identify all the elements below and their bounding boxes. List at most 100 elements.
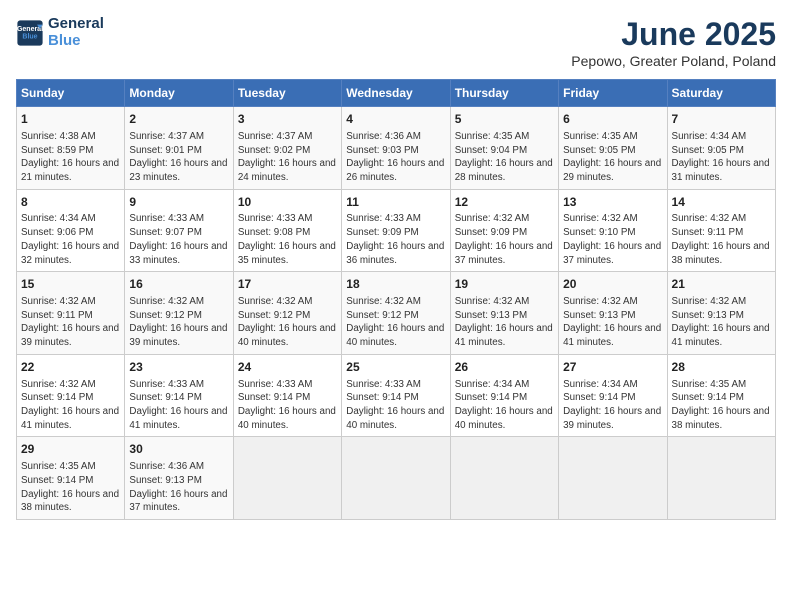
day-number: 21 xyxy=(672,276,771,293)
calendar-cell xyxy=(450,437,558,520)
calendar-cell: 22 Sunrise: 4:32 AMSunset: 9:14 PMDayligh… xyxy=(17,354,125,437)
svg-text:Blue: Blue xyxy=(22,33,37,40)
calendar-header-monday: Monday xyxy=(125,80,233,107)
calendar-cell xyxy=(233,437,341,520)
calendar-cell xyxy=(667,437,775,520)
calendar-cell: 5 Sunrise: 4:35 AMSunset: 9:04 PMDaylight… xyxy=(450,107,558,190)
calendar-cell: 1 Sunrise: 4:38 AMSunset: 8:59 PMDaylight… xyxy=(17,107,125,190)
day-detail: Sunrise: 4:38 AMSunset: 8:59 PMDaylight:… xyxy=(21,130,120,185)
day-number: 6 xyxy=(563,111,662,128)
day-detail: Sunrise: 4:37 AMSunset: 9:02 PMDaylight:… xyxy=(238,130,337,185)
day-detail: Sunrise: 4:34 AMSunset: 9:06 PMDaylight:… xyxy=(21,212,120,267)
day-detail: Sunrise: 4:33 AMSunset: 9:14 PMDaylight:… xyxy=(346,378,445,433)
calendar-week-5: 29 Sunrise: 4:35 AMSunset: 9:14 PMDayligh… xyxy=(17,437,776,520)
location-title: Pepowo, Greater Poland, Poland xyxy=(571,53,776,69)
calendar-week-1: 1 Sunrise: 4:38 AMSunset: 8:59 PMDaylight… xyxy=(17,107,776,190)
logo: General Blue General Blue xyxy=(16,16,104,49)
calendar-cell: 13Sunrise: 4:32 AMSunset: 9:10 PMDayligh… xyxy=(559,189,667,272)
day-number: 12 xyxy=(455,194,554,211)
calendar-cell: 23 Sunrise: 4:33 AMSunset: 9:14 PMDayligh… xyxy=(125,354,233,437)
day-number: 26 xyxy=(455,359,554,376)
day-number: 15 xyxy=(21,276,120,293)
day-number: 11 xyxy=(346,194,445,211)
day-detail: Sunrise: 4:32 AMSunset: 9:11 PMDaylight:… xyxy=(21,295,120,350)
header: General Blue General Blue June 2025 Pepo… xyxy=(16,16,776,69)
day-number: 3 xyxy=(238,111,337,128)
day-number: 4 xyxy=(346,111,445,128)
day-number: 30 xyxy=(129,441,228,458)
calendar-header-sunday: Sunday xyxy=(17,80,125,107)
day-detail: Sunrise: 4:32 AMSunset: 9:13 PMDaylight:… xyxy=(563,295,662,350)
calendar-body: 1 Sunrise: 4:38 AMSunset: 8:59 PMDaylight… xyxy=(17,107,776,520)
calendar-cell: 15 Sunrise: 4:32 AMSunset: 9:11 PMDayligh… xyxy=(17,272,125,355)
logo-text: General Blue xyxy=(48,16,104,49)
day-number: 5 xyxy=(455,111,554,128)
month-title: June 2025 xyxy=(571,16,776,53)
calendar-cell: 16 Sunrise: 4:32 AMSunset: 9:12 PMDayligh… xyxy=(125,272,233,355)
day-number: 19 xyxy=(455,276,554,293)
day-number: 10 xyxy=(238,194,337,211)
calendar-cell: 30 Sunrise: 4:36 AMSunset: 9:13 PMDayligh… xyxy=(125,437,233,520)
calendar-header-friday: Friday xyxy=(559,80,667,107)
calendar-header-wednesday: Wednesday xyxy=(342,80,450,107)
day-number: 18 xyxy=(346,276,445,293)
calendar-header-tuesday: Tuesday xyxy=(233,80,341,107)
calendar-cell: 25 Sunrise: 4:33 AMSunset: 9:14 PMDayligh… xyxy=(342,354,450,437)
day-number: 13 xyxy=(563,194,662,211)
day-number: 2 xyxy=(129,111,228,128)
day-detail: Sunrise: 4:35 AMSunset: 9:05 PMDaylight:… xyxy=(563,130,662,185)
calendar-cell: 6 Sunrise: 4:35 AMSunset: 9:05 PMDaylight… xyxy=(559,107,667,190)
calendar-cell: 19 Sunrise: 4:32 AMSunset: 9:13 PMDayligh… xyxy=(450,272,558,355)
calendar-cell xyxy=(559,437,667,520)
day-number: 24 xyxy=(238,359,337,376)
calendar-cell: 20 Sunrise: 4:32 AMSunset: 9:13 PMDayligh… xyxy=(559,272,667,355)
day-number: 28 xyxy=(672,359,771,376)
calendar-cell: 27 Sunrise: 4:34 AMSunset: 9:14 PMDayligh… xyxy=(559,354,667,437)
day-detail: Sunrise: 4:32 AMSunset: 9:12 PMDaylight:… xyxy=(346,295,445,350)
day-number: 9 xyxy=(129,194,228,211)
day-detail: Sunrise: 4:32 AMSunset: 9:09 PMDaylight:… xyxy=(455,212,554,267)
calendar-cell: 24Sunrise: 4:33 AMSunset: 9:14 PMDayligh… xyxy=(233,354,341,437)
day-number: 1 xyxy=(21,111,120,128)
day-detail: Sunrise: 4:35 AMSunset: 9:14 PMDaylight:… xyxy=(21,460,120,515)
calendar-cell xyxy=(342,437,450,520)
day-number: 17 xyxy=(238,276,337,293)
calendar-cell: 17 Sunrise: 4:32 AMSunset: 9:12 PMDayligh… xyxy=(233,272,341,355)
day-detail: Sunrise: 4:36 AMSunset: 9:03 PMDaylight:… xyxy=(346,130,445,185)
calendar-week-3: 15 Sunrise: 4:32 AMSunset: 9:11 PMDayligh… xyxy=(17,272,776,355)
day-detail: Sunrise: 4:32 AMSunset: 9:11 PMDaylight:… xyxy=(672,212,771,267)
day-detail: Sunrise: 4:35 AMSunset: 9:04 PMDaylight:… xyxy=(455,130,554,185)
calendar-cell: 7 Sunrise: 4:34 AMSunset: 9:05 PMDaylight… xyxy=(667,107,775,190)
calendar-header-thursday: Thursday xyxy=(450,80,558,107)
day-detail: Sunrise: 4:32 AMSunset: 9:12 PMDaylight:… xyxy=(238,295,337,350)
day-number: 16 xyxy=(129,276,228,293)
day-number: 25 xyxy=(346,359,445,376)
day-detail: Sunrise: 4:32 AMSunset: 9:14 PMDaylight:… xyxy=(21,378,120,433)
calendar-cell: 9Sunrise: 4:33 AMSunset: 9:07 PMDaylight… xyxy=(125,189,233,272)
day-number: 20 xyxy=(563,276,662,293)
day-detail: Sunrise: 4:32 AMSunset: 9:12 PMDaylight:… xyxy=(129,295,228,350)
calendar-header-saturday: Saturday xyxy=(667,80,775,107)
calendar-table: SundayMondayTuesdayWednesdayThursdayFrid… xyxy=(16,79,776,520)
day-number: 27 xyxy=(563,359,662,376)
day-detail: Sunrise: 4:33 AMSunset: 9:09 PMDaylight:… xyxy=(346,212,445,267)
day-number: 8 xyxy=(21,194,120,211)
calendar-cell: 2 Sunrise: 4:37 AMSunset: 9:01 PMDaylight… xyxy=(125,107,233,190)
calendar-cell: 4 Sunrise: 4:36 AMSunset: 9:03 PMDaylight… xyxy=(342,107,450,190)
day-detail: Sunrise: 4:34 AMSunset: 9:05 PMDaylight:… xyxy=(672,130,771,185)
calendar-cell: 26Sunrise: 4:34 AMSunset: 9:14 PMDayligh… xyxy=(450,354,558,437)
day-number: 23 xyxy=(129,359,228,376)
day-detail: Sunrise: 4:34 AMSunset: 9:14 PMDaylight:… xyxy=(563,378,662,433)
day-number: 22 xyxy=(21,359,120,376)
day-detail: Sunrise: 4:32 AMSunset: 9:13 PMDaylight:… xyxy=(455,295,554,350)
day-detail: Sunrise: 4:33 AMSunset: 9:14 PMDaylight:… xyxy=(129,378,228,433)
day-detail: Sunrise: 4:32 AMSunset: 9:10 PMDaylight:… xyxy=(563,212,662,267)
day-detail: Sunrise: 4:37 AMSunset: 9:01 PMDaylight:… xyxy=(129,130,228,185)
calendar-cell: 14Sunrise: 4:32 AMSunset: 9:11 PMDayligh… xyxy=(667,189,775,272)
day-number: 7 xyxy=(672,111,771,128)
day-detail: Sunrise: 4:36 AMSunset: 9:13 PMDaylight:… xyxy=(129,460,228,515)
day-number: 29 xyxy=(21,441,120,458)
calendar-cell: 12Sunrise: 4:32 AMSunset: 9:09 PMDayligh… xyxy=(450,189,558,272)
calendar-cell: 21Sunrise: 4:32 AMSunset: 9:13 PMDayligh… xyxy=(667,272,775,355)
calendar-cell: 18 Sunrise: 4:32 AMSunset: 9:12 PMDayligh… xyxy=(342,272,450,355)
